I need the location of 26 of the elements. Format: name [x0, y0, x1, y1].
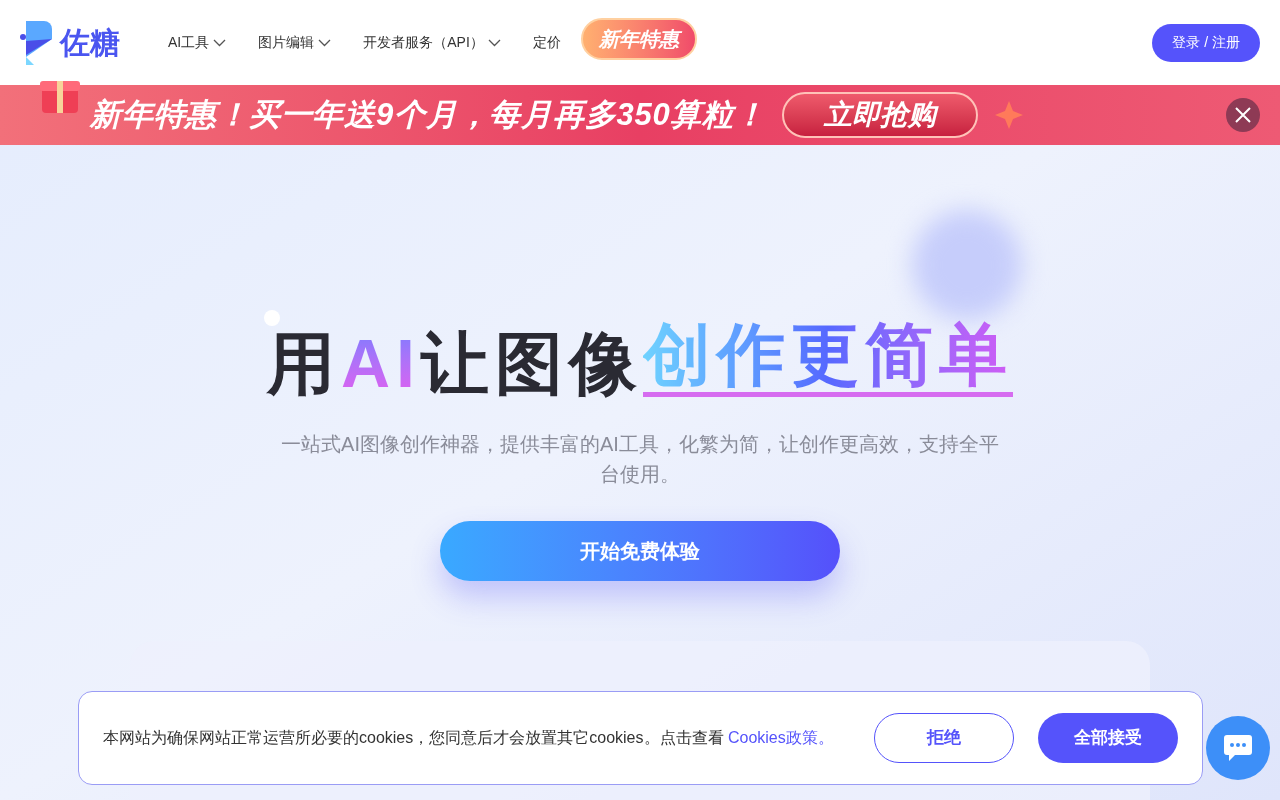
close-button[interactable]: [1226, 98, 1260, 132]
logo-text[interactable]: 佐糖: [60, 20, 120, 65]
promo-badge[interactable]: 新年特惠: [580, 17, 697, 60]
chevron-down-icon: [487, 38, 501, 47]
start-free-button[interactable]: 开始免费体验: [440, 520, 840, 581]
nav-item[interactable]: 定价: [516, 32, 577, 53]
hero-title-text: 让图像: [421, 328, 643, 397]
hero-subtitle: 一站式AI图像创作神器，提供丰富的AI工具，化繁为简，让创作更高效，支持全平台使用。: [280, 431, 1000, 487]
chevron-down-icon: [318, 38, 332, 47]
shop-now-button[interactable]: 立即抢购: [781, 92, 978, 138]
hero-title-highlight: 创作更简单: [643, 317, 1013, 397]
accept-all-button[interactable]: 全部接受: [1038, 713, 1178, 763]
cookie-notice: 本网站为确保网站正常运营所必要的cookies，您同意后才会放置其它cookies。点击查看 Cookies政策。: [103, 728, 834, 748]
reject-button[interactable]: 拒绝: [874, 713, 1014, 763]
chat-bubble-icon: [1223, 734, 1253, 762]
close-icon: [1235, 107, 1251, 123]
nav-item[interactable]: 开发者服务（API）: [347, 32, 517, 53]
chevron-down-icon: [213, 38, 227, 47]
star-icon: [993, 100, 1024, 130]
logo-icon: [20, 20, 52, 65]
nav-item[interactable]: 图片编辑: [242, 32, 348, 53]
banner-headline: 新年特惠！买一年送9个月，每月再多350算粒！: [90, 95, 766, 134]
hero-title-text: 用: [267, 328, 341, 397]
cookies-policy-link[interactable]: Cookies政策。: [727, 729, 834, 746]
nav-item[interactable]: AI工具: [152, 32, 243, 53]
login-button[interactable]: 登录 / 注册: [1152, 23, 1260, 62]
